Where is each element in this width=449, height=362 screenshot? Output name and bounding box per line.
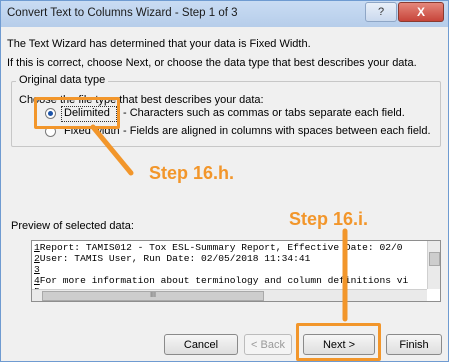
- preview-line-text: User: TAMIS User, Run Date: 02/05/2018 1…: [39, 253, 311, 264]
- cancel-button[interactable]: Cancel: [164, 334, 238, 355]
- intro-line-1: The Text Wizard has determined that your…: [7, 38, 311, 50]
- delimited-description: - Characters such as commas or tabs sepa…: [123, 107, 405, 119]
- finish-button[interactable]: Finish: [386, 334, 442, 355]
- back-button[interactable]: < Back: [244, 334, 292, 355]
- group-label: Original data type: [16, 74, 109, 86]
- preview-label: Preview of selected data:: [11, 220, 134, 232]
- preview-line: 3: [34, 265, 40, 275]
- preview-line-number: 3: [34, 264, 40, 275]
- dialog-title: Convert Text to Columns Wizard - Step 1 …: [7, 7, 238, 19]
- preview-vertical-scrollbar[interactable]: [427, 241, 440, 289]
- help-button[interactable]: ?: [365, 2, 397, 22]
- vertical-scroll-thumb[interactable]: [429, 252, 440, 266]
- step-16h-annotation: Step 16.h.: [149, 163, 235, 183]
- callout-arrow-i: [342, 228, 348, 322]
- fixed-width-description: - Fields are aligned in columns with spa…: [123, 125, 431, 137]
- preview-horizontal-scrollbar[interactable]: III: [32, 289, 427, 301]
- close-button[interactable]: X: [398, 2, 444, 22]
- wizard-dialog: Convert Text to Columns Wizard - Step 1 …: [0, 0, 449, 362]
- next-highlight-box: [296, 323, 381, 361]
- title-bar: Convert Text to Columns Wizard - Step 1 …: [1, 1, 448, 27]
- intro-line-2: If this is correct, choose Next, or choo…: [7, 57, 417, 69]
- callout-arrow-h: [90, 124, 134, 176]
- step-16i-annotation: Step 16.i.: [289, 209, 369, 229]
- preview-pane[interactable]: 1Report: TAMIS012 - Tox ESL-Summary Repo…: [31, 240, 441, 302]
- preview-line: 2User: TAMIS User, Run Date: 02/05/2018 …: [34, 254, 310, 264]
- horizontal-scroll-thumb[interactable]: III: [42, 291, 264, 301]
